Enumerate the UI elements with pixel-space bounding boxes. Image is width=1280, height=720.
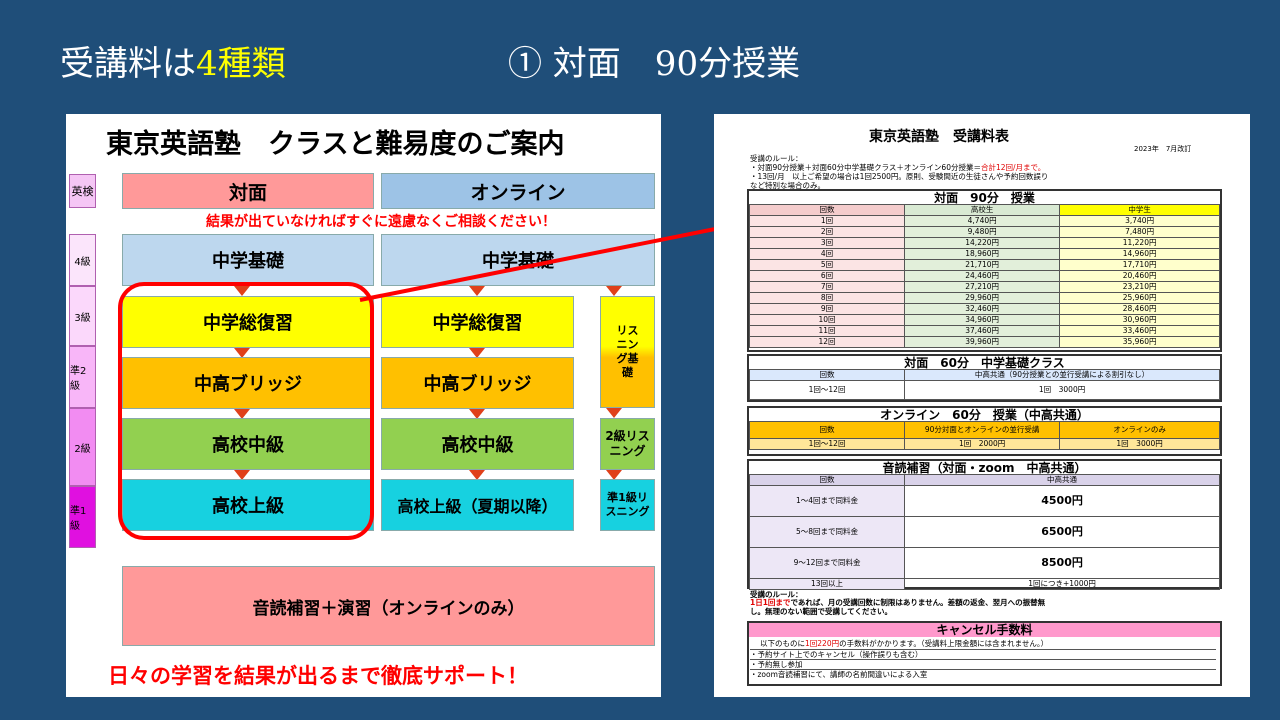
table-cell: 14,220円 (904, 237, 1061, 249)
table-cell: 20,460円 (1059, 270, 1220, 282)
table-cell: 34,960円 (904, 314, 1061, 326)
table-cell: 9,480円 (904, 226, 1061, 238)
table-cell: 1〜4回まで同料金 (748, 485, 906, 517)
table-row: 5〜8回まで同料金 6500円 (748, 516, 1220, 548)
table-cell: 6回 (748, 270, 906, 282)
fee-table-panel: 東京英語塾 受講料表 2023年 7月改訂 受講のルール： ・対面90分授業＋対… (714, 114, 1250, 697)
online-60-table: 回数 90分対面とオンラインの並行受講 オンラインのみ 1回〜12回 1回 20… (748, 421, 1220, 450)
table-cell: 18,960円 (904, 248, 1061, 260)
table-cell: 2回 (748, 226, 906, 238)
rules2-line-1: 1日1回までであれば、月の受講回数に制限はありません。差額の返金、翌月への振替無 (750, 598, 1046, 607)
table-cell: 30,960円 (1059, 314, 1220, 326)
table-row: 13回以上 1回につき+1000円 (748, 578, 1220, 590)
table-cell: 11回 (748, 325, 906, 337)
fee-table-title: 東京英語塾 受講料表 (869, 129, 1009, 145)
table-cell: 13回以上 (748, 578, 906, 590)
table-cell: 1回 (748, 215, 906, 227)
table-cell: 7回 (748, 281, 906, 293)
table-cell: 6500円 (904, 516, 1220, 548)
table-cell: 28,460円 (1059, 303, 1220, 315)
table-cell: 8500円 (904, 547, 1220, 579)
table-cell: 32,460円 (904, 303, 1061, 315)
table-cell: 3回 (748, 237, 906, 249)
cancel-fee-title: キャンセル手数料 (749, 623, 1220, 637)
table-row: 7回 27,210円 23,210円 (748, 281, 1220, 293)
table-row: 3回 14,220円 11,220円 (748, 237, 1220, 249)
table-cell: 14,960円 (1059, 248, 1220, 260)
table-cell: 3,740円 (1059, 215, 1220, 227)
table-cell: 23,210円 (1059, 281, 1220, 293)
table-cell: 21,710円 (904, 259, 1061, 271)
table-row: 2回 9,480円 7,480円 (748, 226, 1220, 238)
table-cell: 39,960円 (904, 336, 1061, 348)
chugaku-kiso-60-title: 対面 60分 中学基礎クラス (904, 356, 1065, 370)
table-cell: 4500円 (904, 485, 1220, 517)
online-60-title: オンライン 60分 授業（中高共通） (880, 408, 1089, 422)
table-cell: 9回 (748, 303, 906, 315)
table-row: 6回 24,460円 20,460円 (748, 270, 1220, 282)
cancel-fee-desc: 以下のものに1回220円の手数料がかかります。（受講料上限金額には含まれません。… (760, 639, 1049, 648)
table-row: 8回 29,960円 25,960円 (748, 292, 1220, 304)
table-cell: 12回 (748, 336, 906, 348)
table-cell: 24,460円 (904, 270, 1061, 282)
table-cell: 11,220円 (1059, 237, 1220, 249)
table-cell: 8回 (748, 292, 906, 304)
ondoku-table: 回数 中高共通 1〜4回まで同料金 4500円 5〜8回まで同料金 6500円 9〜12… (748, 474, 1220, 590)
table-row: 12回 39,960円 35,960円 (748, 336, 1220, 348)
table-row: 9回 32,460円 28,460円 (748, 303, 1220, 315)
cancel-item-1: ・予約サイト上でのキャンセル（操作誤りも含む） (750, 649, 1216, 659)
taimen-90-table: 回数 高校生 中学生 1回 4,740円 3,740円 2回 9,480円 7,480円 3… (748, 204, 1220, 348)
revision-date: 2023年 7月改訂 (1134, 145, 1192, 153)
table-row: 1〜4回まで同料金 4500円 (748, 485, 1220, 517)
table-cell: 4回 (748, 248, 906, 260)
table-cell: 29,960円 (904, 292, 1061, 304)
table-cell: 17,710円 (1059, 259, 1220, 271)
rules2-line-2: し。無理のない範囲で受講してください。 (750, 607, 893, 616)
table-cell: 5〜8回まで同料金 (748, 516, 906, 548)
table-header-row: 回数 高校生 中学生 (748, 204, 1220, 216)
taimen-90-title: 対面 90分 授業 (934, 191, 1035, 205)
cancel-item-2: ・予約無し参加 (750, 659, 1216, 669)
cancel-item-3: ・zoom音読補習にて、講師の名前間違いによる入室 (750, 669, 1216, 679)
chugaku-kiso-60-table: 回数 中高共通（90分授業との並行受講による割引なし） 1回〜12回 1回 3000… (748, 369, 1220, 400)
rules-heading: 受講のルール： (750, 154, 803, 163)
table-row: 11回 37,460円 33,460円 (748, 325, 1220, 337)
table-cell: 35,960円 (1059, 336, 1220, 348)
table-cell: 1回につき+1000円 (904, 578, 1220, 590)
table-cell: 33,460円 (1059, 325, 1220, 337)
table-cell: 25,960円 (1059, 292, 1220, 304)
table-cell: 9〜12回まで同料金 (748, 547, 906, 579)
table-row: 4回 18,960円 14,960円 (748, 248, 1220, 260)
table-cell: 27,210円 (904, 281, 1061, 293)
rule-line-1: ・対面90分授業＋対面60分中学基礎クラス＋オンライン60分授業＝合計12回/月… (750, 163, 1046, 172)
table-row: 1回 4,740円 3,740円 (748, 215, 1220, 227)
table-row: 9〜12回まで同料金 8500円 (748, 547, 1220, 579)
table-cell: 5回 (748, 259, 906, 271)
ondoku-title: 音読補習（対面・zoom 中高共通） (882, 461, 1087, 475)
table-cell: 7,480円 (1059, 226, 1220, 238)
table-cell: 37,460円 (904, 325, 1061, 337)
table-cell: 10回 (748, 314, 906, 326)
table-row: 5回 21,710円 17,710円 (748, 259, 1220, 271)
rule-line-2: ・13回/月 以上ご希望の場合は1回2500円。原則、受験間近の生徒さんや予約回… (750, 172, 1049, 181)
table-cell: 4,740円 (904, 215, 1061, 227)
table-row: 10回 34,960円 30,960円 (748, 314, 1220, 326)
